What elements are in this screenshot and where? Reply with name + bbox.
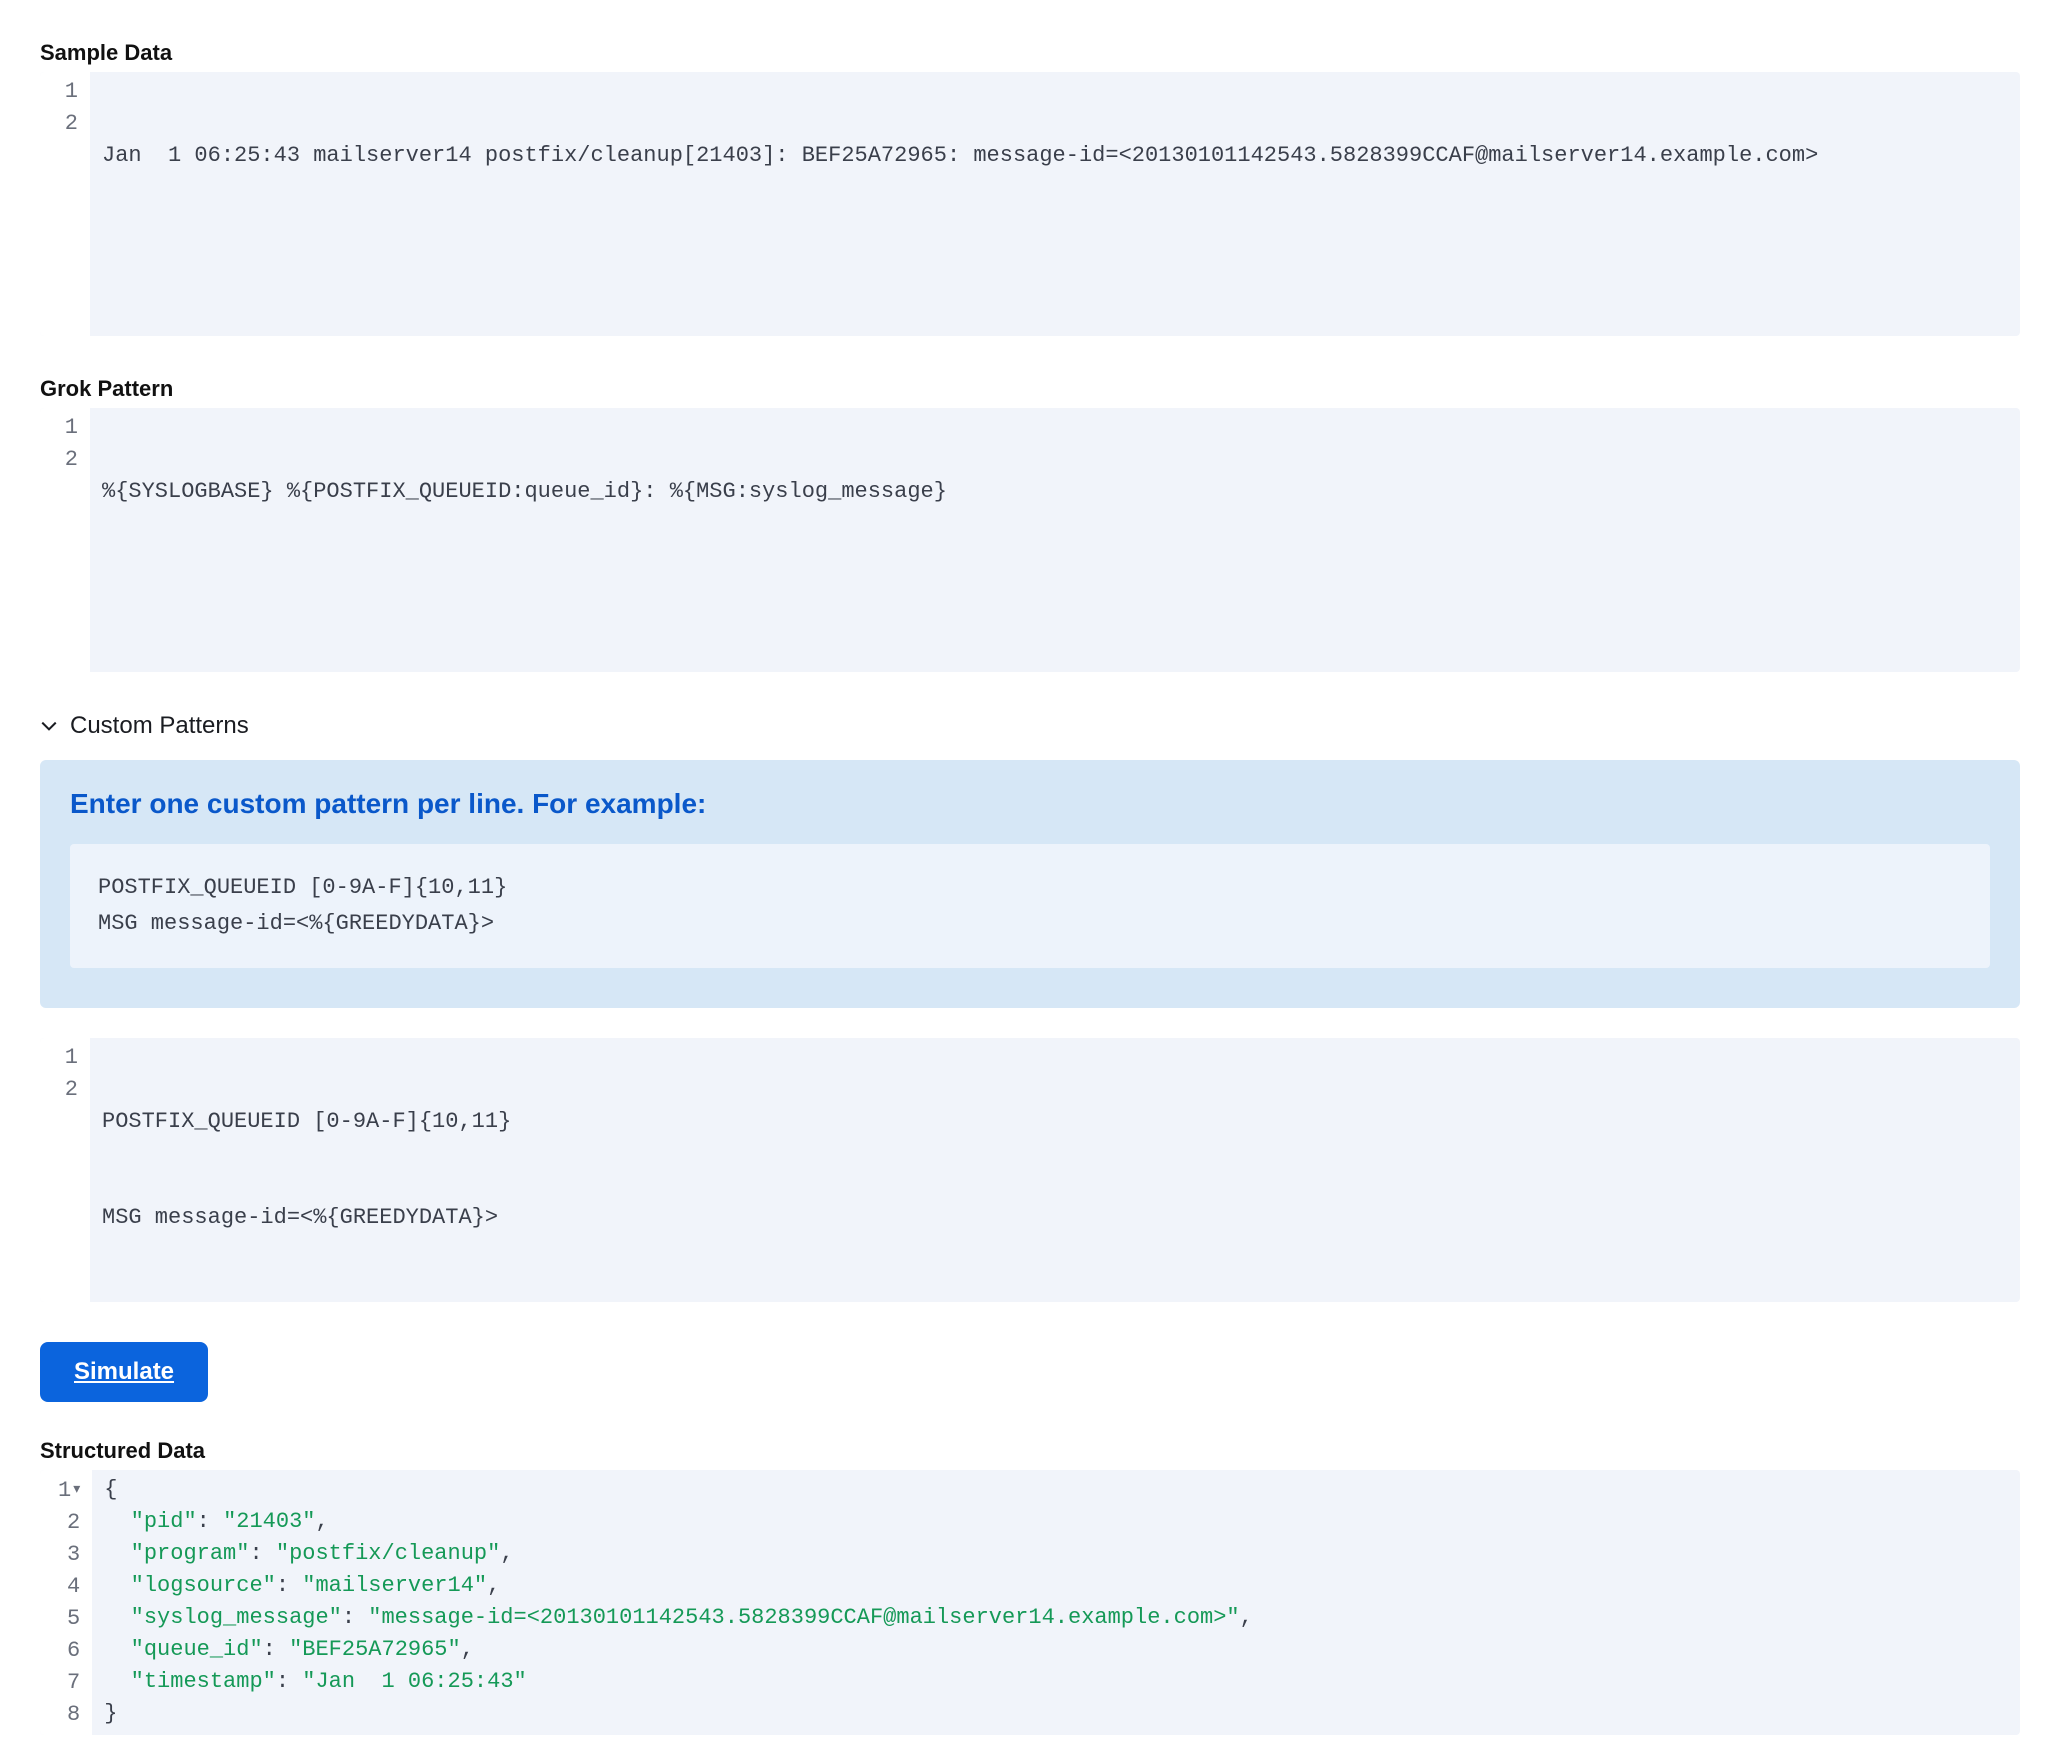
code-line: POSTFIX_QUEUEID [0-9A-F]{10,11} [102, 1106, 2008, 1138]
line-number: 2 [58, 1507, 80, 1539]
line-number: 1 [58, 1042, 78, 1074]
custom-patterns-example: POSTFIX_QUEUEID [0-9A-F]{10,11} MSG mess… [70, 844, 1990, 968]
grok-pattern-gutter: 1 2 [40, 408, 90, 672]
sample-data-editor[interactable]: 1 2 Jan 1 06:25:43 mailserver14 postfix/… [40, 72, 2020, 336]
sample-data-body[interactable]: Jan 1 06:25:43 mailserver14 postfix/clea… [90, 72, 2020, 336]
line-number: 8 [58, 1699, 80, 1731]
code-line [102, 236, 2008, 268]
line-number: 1 ▾ [58, 1474, 80, 1507]
custom-patterns-gutter: 1 2 [40, 1038, 90, 1302]
line-number: 4 [58, 1571, 80, 1603]
structured-data-viewer[interactable]: 1 ▾ 2 3 4 5 6 7 8 { "pid": "21403", "pro… [40, 1470, 2020, 1735]
line-number: 1 [58, 76, 78, 108]
line-number: 2 [58, 108, 78, 140]
line-number: 2 [58, 1074, 78, 1106]
custom-patterns-body[interactable]: POSTFIX_QUEUEID [0-9A-F]{10,11} MSG mess… [90, 1038, 2020, 1302]
custom-patterns-toggle-label: Custom Patterns [70, 712, 249, 740]
structured-data-gutter: 1 ▾ 2 3 4 5 6 7 8 [40, 1470, 92, 1735]
custom-patterns-info-title: Enter one custom pattern per line. For e… [70, 788, 1990, 820]
code-line: %{SYSLOGBASE} %{POSTFIX_QUEUEID:queue_id… [102, 476, 2008, 508]
line-number: 5 [58, 1603, 80, 1635]
custom-patterns-toggle[interactable]: Custom Patterns [40, 712, 2020, 740]
simulate-button[interactable]: Simulate [40, 1342, 208, 1402]
line-number: 3 [58, 1539, 80, 1571]
custom-patterns-info-panel: Enter one custom pattern per line. For e… [40, 760, 2020, 1008]
line-number: 6 [58, 1635, 80, 1667]
code-line: Jan 1 06:25:43 mailserver14 postfix/clea… [102, 140, 2008, 172]
sample-data-label: Sample Data [40, 40, 2020, 66]
grok-debugger-page: Sample Data 1 2 Jan 1 06:25:43 mailserve… [0, 0, 2060, 1755]
line-number: 1 [58, 412, 78, 444]
chevron-down-icon [40, 717, 58, 735]
code-line [102, 572, 2008, 604]
grok-pattern-body[interactable]: %{SYSLOGBASE} %{POSTFIX_QUEUEID:queue_id… [90, 408, 2020, 672]
sample-data-gutter: 1 2 [40, 72, 90, 336]
fold-marker-icon[interactable]: ▾ [73, 1474, 80, 1506]
structured-data-label: Structured Data [40, 1438, 2020, 1464]
line-number: 2 [58, 444, 78, 476]
structured-data-body: { "pid": "21403", "program": "postfix/cl… [92, 1470, 2020, 1735]
code-line: MSG message-id=<%{GREEDYDATA}> [102, 1202, 2008, 1234]
grok-pattern-label: Grok Pattern [40, 376, 2020, 402]
grok-pattern-editor[interactable]: 1 2 %{SYSLOGBASE} %{POSTFIX_QUEUEID:queu… [40, 408, 2020, 672]
line-number: 7 [58, 1667, 80, 1699]
custom-patterns-editor[interactable]: 1 2 POSTFIX_QUEUEID [0-9A-F]{10,11} MSG … [40, 1038, 2020, 1302]
